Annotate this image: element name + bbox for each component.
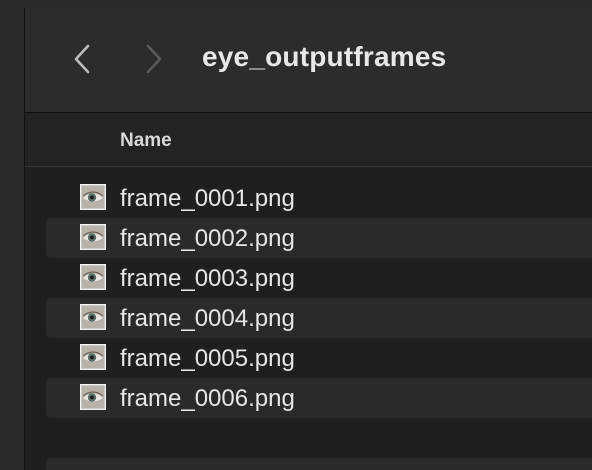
forward-button[interactable]	[141, 42, 167, 76]
window-title: eye_outputframes	[202, 41, 447, 72]
png-thumbnail-icon	[80, 224, 106, 250]
list-header: Name	[25, 113, 592, 167]
chevron-right-icon	[146, 44, 162, 74]
file-row[interactable]: frame_0006.png	[46, 378, 592, 418]
window-toolbar: eye_outputframes	[25, 8, 592, 113]
file-name: frame_0006.png	[120, 385, 295, 412]
png-thumbnail-icon	[80, 344, 106, 370]
sidebar-edge	[0, 8, 25, 470]
file-row[interactable]: frame_0003.png	[46, 258, 592, 298]
file-row[interactable]: frame_0004.png	[46, 298, 592, 338]
finder-screen: eye_outputframes Name frame_0001.png fram…	[0, 0, 592, 470]
file-row[interactable]: frame_0005.png	[46, 338, 592, 378]
file-name: frame_0004.png	[120, 305, 295, 332]
file-name: frame_0002.png	[120, 225, 295, 252]
png-thumbnail-icon	[80, 264, 106, 290]
png-thumbnail-icon	[80, 384, 106, 410]
file-name: frame_0003.png	[120, 265, 295, 292]
file-list: frame_0001.png frame_0002.png frame_0003.p…	[25, 178, 592, 418]
back-button[interactable]	[69, 42, 95, 76]
chevron-left-icon	[74, 44, 90, 74]
list-bottom-row	[46, 458, 592, 470]
file-row[interactable]: frame_0002.png	[46, 218, 592, 258]
file-name: frame_0005.png	[120, 345, 295, 372]
png-thumbnail-icon	[80, 304, 106, 330]
png-thumbnail-icon	[80, 184, 106, 210]
file-row[interactable]: frame_0001.png	[46, 178, 592, 218]
finder-window: eye_outputframes Name frame_0001.png fram…	[25, 8, 592, 470]
file-name: frame_0001.png	[120, 185, 295, 212]
column-header-name[interactable]: Name	[120, 130, 172, 152]
